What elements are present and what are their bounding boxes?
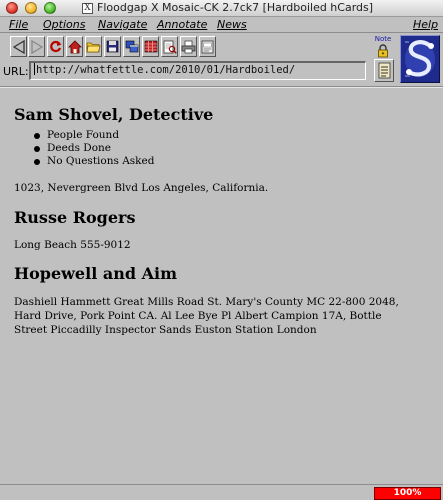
menu-navigate[interactable]: Navigate	[98, 18, 147, 31]
window-title: Floodgap X Mosaic-CK 2.7ck7 [Hardboiled …	[97, 1, 374, 14]
disk-icon	[106, 40, 119, 53]
menu-help[interactable]: Help	[413, 18, 438, 31]
zoom-window-button[interactable]	[44, 2, 56, 14]
folder-icon	[86, 42, 101, 53]
address-hopewell-and-aim: Dashiell Hammett Great Mills Road St. Ma…	[14, 296, 399, 336]
new-window-button[interactable]	[142, 36, 159, 57]
text-caret	[34, 63, 35, 75]
document-source-icon	[201, 40, 214, 53]
reload-button[interactable]	[47, 36, 64, 57]
source-button[interactable]	[199, 36, 216, 57]
lock-icon	[378, 44, 388, 58]
save-button[interactable]	[104, 36, 121, 57]
document-info-button[interactable]	[374, 59, 394, 82]
find-icon	[163, 40, 177, 54]
close-window-button[interactable]	[6, 2, 18, 14]
menu-news[interactable]: News	[217, 18, 247, 31]
url-label: URL:	[3, 65, 29, 78]
note-button[interactable]: Note	[371, 35, 395, 60]
document-icon	[378, 62, 391, 79]
mosaic-logo[interactable]	[400, 35, 440, 83]
heading-hopewell-and-aim: Hopewell and Aim	[14, 264, 178, 283]
heading-russe-rogers: Russe Rogers	[14, 208, 136, 227]
status-bar: 100%	[0, 484, 443, 500]
menu-options[interactable]: Options	[43, 18, 85, 31]
menu-annotate[interactable]: Annotate	[157, 18, 207, 31]
home-icon	[67, 39, 82, 53]
reload-icon	[50, 40, 62, 53]
list-item: People Found	[34, 129, 154, 142]
grid-window-icon	[144, 40, 157, 53]
note-label: Note	[374, 35, 392, 43]
forward-arrow-icon	[30, 39, 43, 54]
minimize-window-button[interactable]	[25, 2, 37, 14]
back-button[interactable]	[10, 36, 27, 57]
address-sam-shovel: 1023, Nevergreen Blvd Los Angeles, Calif…	[14, 182, 269, 194]
url-row: URL: http://whatfettle.com/2010/01/Hardb…	[0, 61, 400, 81]
clone-window-button[interactable]	[123, 36, 140, 57]
x11-icon: X	[82, 3, 93, 14]
progress-indicator: 100%	[374, 487, 441, 500]
heading-sam-shovel: Sam Shovel, Detective	[14, 105, 214, 124]
home-button[interactable]	[66, 36, 83, 57]
services-list: People Found Deeds Done No Questions Ask…	[34, 129, 154, 168]
document-view: Sam Shovel, Detective People Found Deeds…	[0, 88, 443, 484]
printer-icon	[181, 40, 196, 53]
address-russe-rogers: Long Beach 555-9012	[14, 239, 131, 251]
menu-file[interactable]: File	[9, 18, 28, 31]
url-input[interactable]: http://whatfettle.com/2010/01/Hardboiled…	[29, 61, 366, 80]
open-button[interactable]	[85, 36, 102, 57]
title-bar: X Floodgap X Mosaic-CK 2.7ck7 [Hardboile…	[0, 0, 443, 17]
find-button[interactable]	[161, 36, 178, 57]
windows-icon	[125, 40, 138, 53]
menu-bar: File Options Navigate Annotate News Help	[0, 17, 443, 33]
print-button[interactable]	[180, 36, 197, 57]
url-text: http://whatfettle.com/2010/01/Hardboiled…	[36, 64, 296, 76]
back-arrow-icon	[12, 39, 25, 54]
list-item: Deeds Done	[34, 142, 154, 155]
list-item: No Questions Asked	[34, 155, 154, 168]
forward-button[interactable]	[28, 36, 45, 57]
mosaic-s-icon	[405, 40, 435, 77]
